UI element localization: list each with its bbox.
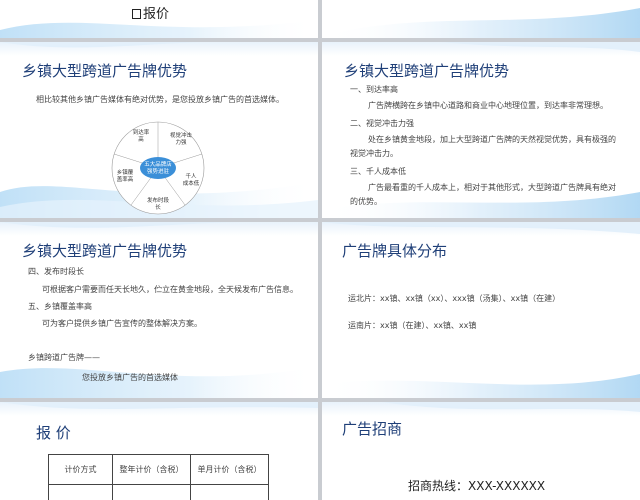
slide-title: 乡镇大型跨道广告牌优势 [22,62,188,80]
heading-1: 一、到达率高 [350,85,398,94]
paragraph-3b: 的优势。 [350,197,382,206]
intro-text: 相比较其他乡镇广告媒体有绝对优势，是您投放乡镇广告的首选媒体。 [36,95,284,104]
node-3-line-2: 长 [155,203,161,211]
top-band [322,222,640,236]
header-pricing-method: 计价方式 [48,454,113,485]
heading-4: 四、发布时段长 [28,267,84,276]
table-cell [48,484,113,500]
paragraph-2a: 处在乡镇黄金地段，加上大型跨道广告牌的天然视觉优势，具有极强的 [368,135,616,144]
node-0-line-2: 高 [138,135,144,143]
top-band [0,222,318,236]
paragraph-1: 广告牌横跨在乡镇中心道路和商业中心地理位置，到达率非常理想。 [368,101,608,110]
tagline-1: 乡镇跨道广告牌—— [28,353,100,362]
slide-blank-top[interactable] [322,0,640,38]
square-icon [132,9,141,19]
node-0-line-1: 到达率 [133,128,150,136]
advantage-wheel: 五大品牌店 强势进驻 到达率 高 视觉冲击 力强 千人 成本低 发布时段 长 乡… [111,121,205,215]
heading-2: 二、视觉冲击力强 [350,119,414,128]
header-annual-price: 整年计价（含税） [112,454,191,485]
node-1-line-1: 视觉冲击 [170,131,193,139]
slide-title: 广告牌具体分布 [342,242,448,260]
heading-3: 三、千人成本低 [350,167,406,176]
node-1-line-2: 力强 [175,138,187,146]
table-cell [112,484,191,500]
south-region: 运南片：xx镇（在建）、xx镇、xx镇 [348,321,477,330]
paragraph-5: 可为客户提供乡镇广告宣传的整体解决方案。 [42,319,202,328]
center-line-1: 五大品牌店 [144,160,172,168]
hotline-text: 招商热线：XXX-XXXXXX [408,479,546,493]
slide-title: 乡镇大型跨道广告牌优势 [22,242,188,260]
paragraph-2b: 视觉冲击力。 [350,149,398,158]
slide-title: 报 价 [36,424,71,442]
tagline-2: 您投放乡镇广告的首选媒体 [82,373,178,382]
paragraph-3a: 广告最看重的千人成本上，相对于其他形式，大型跨道广告牌具有绝对 [368,183,616,192]
price-table: 计价方式 整年计价（含税） 单月计价（含税） [48,454,269,500]
slide-title: 广告招商 [342,420,403,438]
slide-title-text: 报价 [143,7,170,22]
wave-decoration [322,8,640,38]
slide-price-table[interactable]: 报 价 计价方式 整年计价（含税） 单月计价（含税） [0,402,318,500]
paragraph-4: 可根据客户需要而任天长地久，伫立在黄金地段，全天候发布广告信息。 [42,285,298,294]
heading-5: 五、乡镇覆盖率高 [28,302,92,311]
north-region: 运北片：xx镇、xx镇（xx）、xxx镇（汤集）、xx镇（在建） [348,294,561,303]
slide-advantages-list-2[interactable]: 乡镇大型跨道广告牌优势 四、发布时段长 可根据客户需要而任天长地久，伫立在黄金地… [0,222,318,398]
node-4-line-1: 乡镇覆 [117,168,134,176]
slide-title: 乡镇大型跨道广告牌优势 [344,62,510,80]
node-2-line-2: 成本低 [183,179,200,187]
slide-distribution[interactable]: 广告牌具体分布 运北片：xx镇、xx镇（xx）、xxx镇（汤集）、xx镇（在建）… [322,222,640,398]
top-band [322,42,640,56]
table-header-row: 计价方式 整年计价（含税） 单月计价（含税） [48,454,269,485]
node-3-line-1: 发布时段 [147,196,170,204]
slide-price-top[interactable]: 报价 [0,0,318,38]
wheel-center [140,157,176,179]
top-band [0,42,318,56]
table-row [48,484,269,500]
slide-advantages-wheel[interactable]: 乡镇大型跨道广告牌优势 相比较其他乡镇广告媒体有绝对优势，是您投放乡镇广告的首选… [0,42,318,218]
slide-recruitment[interactable]: 广告招商 招商热线：XXX-XXXXXX [322,402,640,500]
top-band [0,402,318,416]
slide-advantages-list-1[interactable]: 乡镇大型跨道广告牌优势 一、到达率高 广告牌横跨在乡镇中心道路和商业中心地理位置… [322,42,640,218]
top-band [322,402,640,416]
header-monthly-price: 单月计价（含税） [190,454,269,485]
center-line-2: 强势进驻 [147,167,170,175]
table-cell [190,484,269,500]
node-4-line-2: 盖率高 [117,175,134,183]
slide-title: 报价 [132,3,169,22]
node-2-line-1: 千人 [185,172,197,180]
